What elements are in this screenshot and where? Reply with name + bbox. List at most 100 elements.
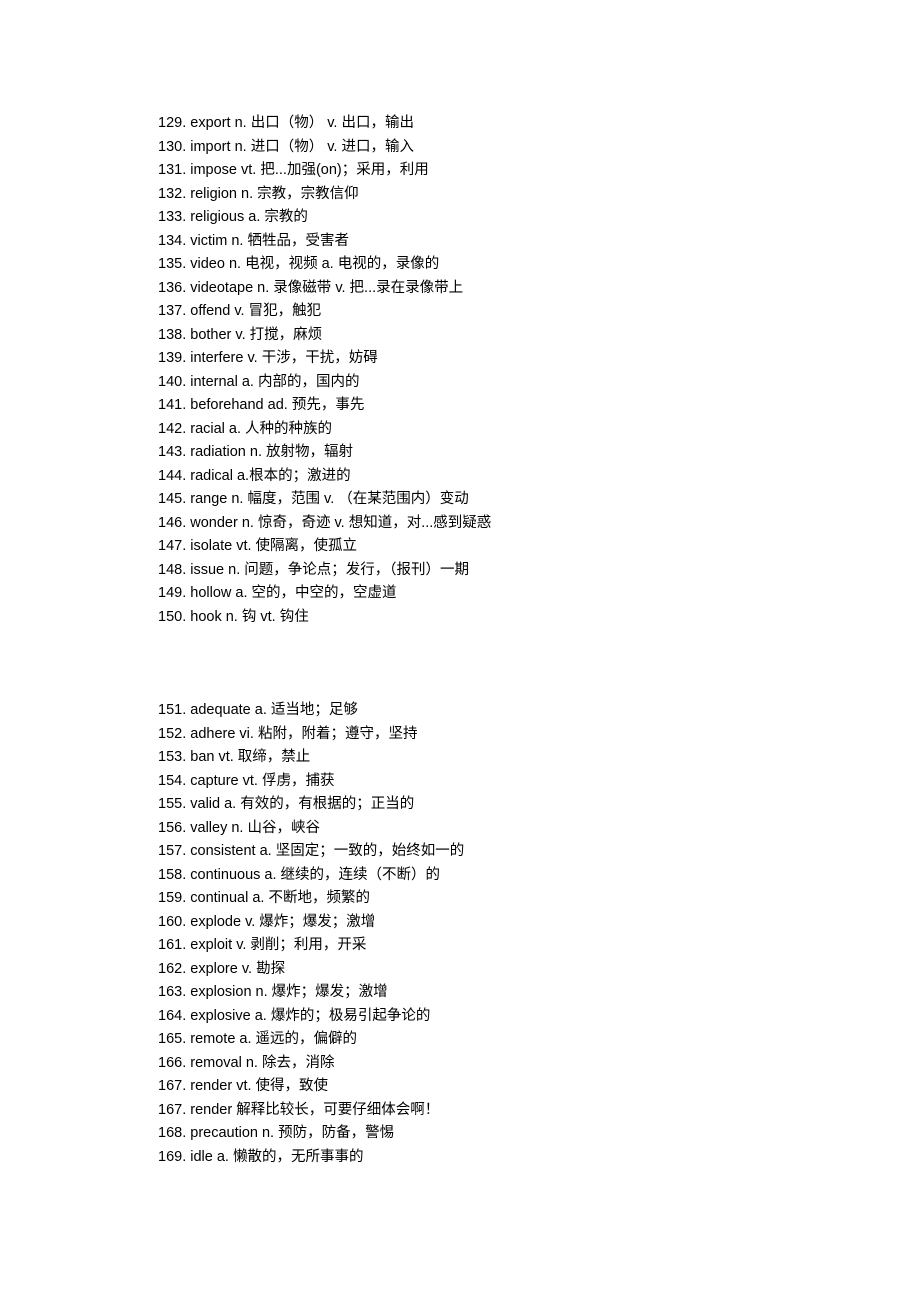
entry-word: adequate a. — [190, 702, 267, 718]
entry-word: explore v. — [190, 961, 252, 977]
vocabulary-entry: 135. video n. 电视，视频 a. 电视的，录像的 — [158, 253, 778, 277]
entry-definition: 爆炸；爆发；激增 — [268, 984, 388, 1000]
entry-number: 167. — [158, 1102, 190, 1118]
entry-word: export n. — [190, 115, 246, 131]
vocabulary-entry: 148. issue n. 问题，争论点；发行，（报刊）一期 — [158, 559, 778, 583]
entry-number: 131. — [158, 162, 190, 178]
vocabulary-entry: 169. idle a. 懒散的，无所事事的 — [158, 1146, 778, 1170]
entry-definition: 勘探 — [252, 961, 285, 977]
entry-number: 162. — [158, 961, 190, 977]
entry-word: continuous a. — [190, 867, 276, 883]
entry-definition: 俘虏，捕获 — [258, 773, 335, 789]
entry-definition: 宗教的 — [260, 209, 308, 225]
entry-definition: 牺牲品，受害者 — [243, 233, 349, 249]
vocabulary-entry: 155. valid a. 有效的，有根据的；正当的 — [158, 793, 778, 817]
entry-definition: 把...加强(on)；采用，利用 — [256, 162, 428, 178]
entry-word: impose vt. — [190, 162, 256, 178]
vocabulary-entry: 157. consistent a. 坚固定；一致的，始终如一的 — [158, 840, 778, 864]
entry-definition: 继续的，连续（不断）的 — [277, 867, 441, 883]
entry-definition: 使得，致使 — [252, 1078, 329, 1094]
vocabulary-entry: 167. render vt. 使得，致使 — [158, 1075, 778, 1099]
vocabulary-entry: 139. interfere v. 干涉，干扰，妨碍 — [158, 347, 778, 371]
vocabulary-entry: 149. hollow a. 空的，中空的，空虚道 — [158, 582, 778, 606]
entry-word: bother v. — [190, 327, 245, 343]
entry-definition: 放射物，辐射 — [262, 444, 353, 460]
entry-definition: 预先，事先 — [288, 397, 365, 413]
entry-word: exploit v. — [190, 937, 246, 953]
vocabulary-entry: 134. victim n. 牺牲品，受害者 — [158, 230, 778, 254]
entry-definition: 进口（物） v. 进口，输入 — [247, 139, 414, 155]
vocabulary-entry: 167. render 解释比较长，可要仔细体会啊！ — [158, 1099, 778, 1123]
entry-word: religious a. — [190, 209, 260, 225]
entry-number: 156. — [158, 820, 190, 836]
entry-number: 142. — [158, 421, 190, 437]
entry-word: interfere v. — [190, 350, 257, 366]
vocabulary-entry: 150. hook n. 钩 vt. 钩住 — [158, 606, 778, 630]
entry-number: 144. — [158, 468, 190, 484]
entry-number: 147. — [158, 538, 190, 554]
entry-number: 138. — [158, 327, 190, 343]
vocabulary-entry: 140. internal a. 内部的，国内的 — [158, 371, 778, 395]
vocabulary-entry: 154. capture vt. 俘虏，捕获 — [158, 770, 778, 794]
entry-number: 161. — [158, 937, 190, 953]
entry-word: video n. — [190, 256, 241, 272]
entry-definition: 空的，中空的，空虚道 — [247, 585, 396, 601]
entry-word: continual a. — [190, 890, 264, 906]
entry-definition: 有效的，有根据的；正当的 — [236, 796, 414, 812]
vocabulary-entry: 164. explosive a. 爆炸的；极易引起争论的 — [158, 1005, 778, 1029]
entry-word: render vt. — [190, 1078, 251, 1094]
entry-number: 137. — [158, 303, 190, 319]
entry-number: 134. — [158, 233, 190, 249]
vocabulary-list-2: 151. adequate a. 适当地；足够152. adhere vi. 粘… — [158, 699, 778, 1169]
entry-number: 149. — [158, 585, 190, 601]
entry-number: 141. — [158, 397, 190, 413]
entry-word: valley n. — [190, 820, 243, 836]
entry-definition: 遥远的，偏僻的 — [252, 1031, 358, 1047]
entry-definition: 剥削；利用，开采 — [246, 937, 366, 953]
vocabulary-entry: 141. beforehand ad. 预先，事先 — [158, 394, 778, 418]
vocabulary-entry: 153. ban vt. 取缔，禁止 — [158, 746, 778, 770]
entry-definition: 钩 vt. 钩住 — [238, 609, 309, 625]
entry-number: 155. — [158, 796, 190, 812]
entry-word: removal n. — [190, 1055, 258, 1071]
entry-definition: 山谷，峡谷 — [243, 820, 320, 836]
entry-number: 164. — [158, 1008, 190, 1024]
entry-word: valid a. — [190, 796, 236, 812]
entry-word: remote a. — [190, 1031, 251, 1047]
entry-number: 148. — [158, 562, 190, 578]
entry-number: 158. — [158, 867, 190, 883]
entry-word: internal a. — [190, 374, 254, 390]
vocabulary-entry: 133. religious a. 宗教的 — [158, 206, 778, 230]
entry-number: 168. — [158, 1125, 190, 1141]
entry-word: render — [190, 1102, 232, 1118]
vocabulary-entry: 142. racial a. 人种的种族的 — [158, 418, 778, 442]
entry-definition: 根本的；激进的 — [249, 468, 351, 484]
entry-definition: 取缔，禁止 — [234, 749, 311, 765]
entry-number: 166. — [158, 1055, 190, 1071]
entry-definition: 懒散的，无所事事的 — [229, 1149, 364, 1165]
entry-word: racial a. — [190, 421, 241, 437]
entry-word: hollow a. — [190, 585, 247, 601]
entry-number: 151. — [158, 702, 190, 718]
entry-word: hook n. — [190, 609, 238, 625]
entry-definition: 惊奇，奇迹 v. 想知道，对...感到疑惑 — [254, 515, 491, 531]
vocabulary-entry: 159. continual a. 不断地，频繁的 — [158, 887, 778, 911]
vocabulary-entry: 144. radical a.根本的；激进的 — [158, 465, 778, 489]
vocabulary-entry: 137. offend v. 冒犯，触犯 — [158, 300, 778, 324]
vocabulary-entry: 132. religion n. 宗教，宗教信仰 — [158, 183, 778, 207]
entry-number: 152. — [158, 726, 190, 742]
entry-word: explode v. — [190, 914, 255, 930]
vocabulary-entry: 130. import n. 进口（物） v. 进口，输入 — [158, 136, 778, 160]
entry-number: 133. — [158, 209, 190, 225]
entry-definition: 人种的种族的 — [241, 421, 332, 437]
vocabulary-entry: 143. radiation n. 放射物，辐射 — [158, 441, 778, 465]
vocabulary-entry: 163. explosion n. 爆炸；爆发；激增 — [158, 981, 778, 1005]
entry-definition: 爆炸的；极易引起争论的 — [267, 1008, 431, 1024]
vocabulary-entry: 161. exploit v. 剥削；利用，开采 — [158, 934, 778, 958]
entry-definition: 使隔离，使孤立 — [252, 538, 358, 554]
vocabulary-entry: 151. adequate a. 适当地；足够 — [158, 699, 778, 723]
vocabulary-entry: 131. impose vt. 把...加强(on)；采用，利用 — [158, 159, 778, 183]
entry-definition: 解释比较长，可要仔细体会啊！ — [232, 1102, 439, 1118]
entry-definition: 冒犯，触犯 — [245, 303, 322, 319]
entry-number: 163. — [158, 984, 190, 1000]
